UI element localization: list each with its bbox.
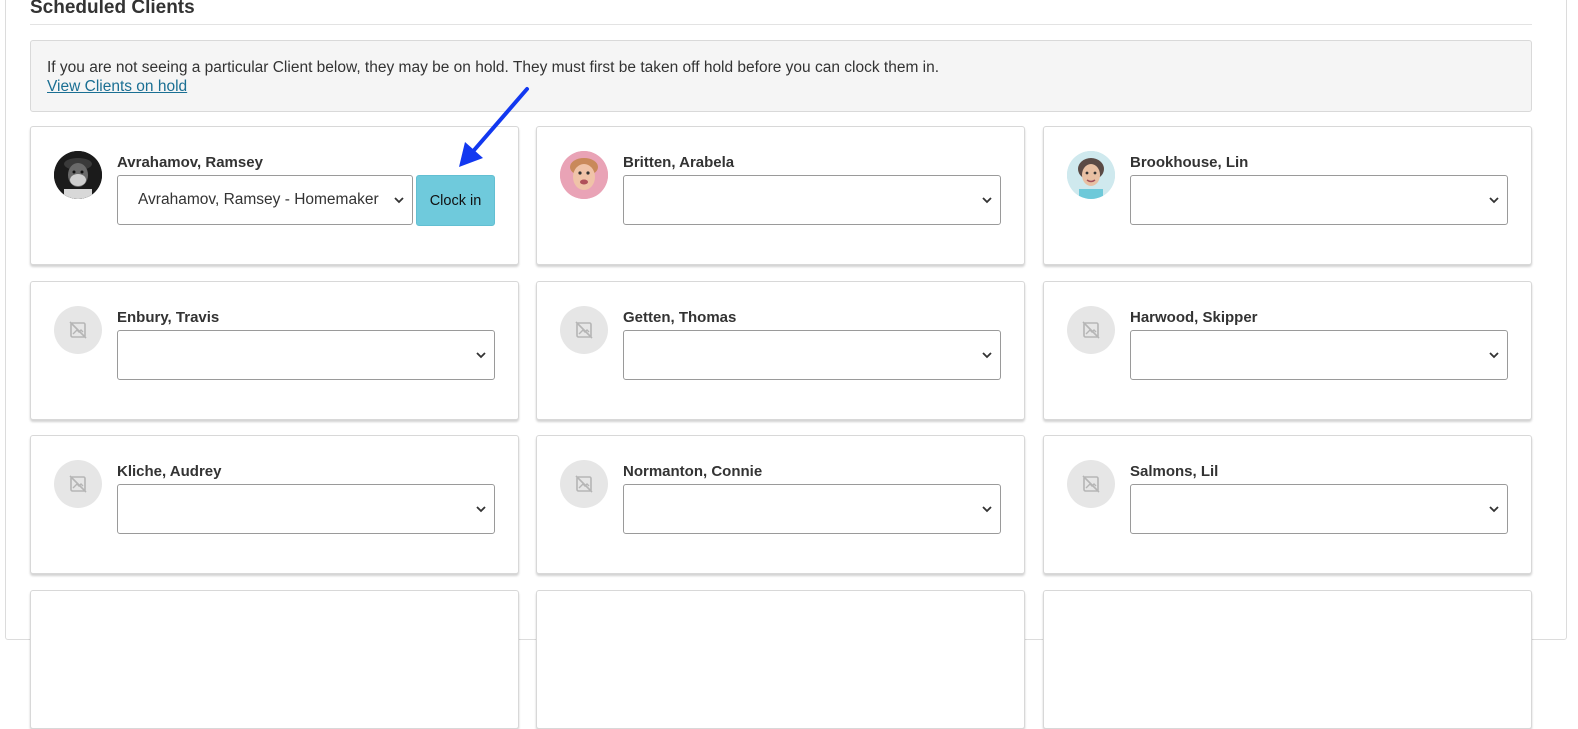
client-avatar [1067,460,1115,508]
client-avatar [560,460,608,508]
service-select[interactable] [117,484,495,534]
chevron-down-icon [476,485,486,533]
chevron-down-icon [982,331,992,379]
no-image-icon [69,321,87,339]
chevron-down-icon [1489,485,1499,533]
client-card: Brookhouse, Lin [1043,126,1532,265]
elderly-woman-photo-icon [560,151,608,199]
no-image-icon [575,321,593,339]
client-avatar [54,460,102,508]
no-image-icon [69,475,87,493]
clock-in-button[interactable]: Clock in [416,175,495,226]
service-select[interactable] [1130,330,1508,380]
no-image-icon [1082,321,1100,339]
client-name: Avrahamov, Ramsey [117,154,263,171]
section-title: Scheduled Clients [30,0,195,18]
client-card: Kliche, Audrey [30,435,519,574]
client-avatar [560,151,608,199]
client-card [536,590,1025,729]
client-card [1043,590,1532,729]
client-card: Enbury, Travis [30,281,519,420]
client-avatar [1067,151,1115,199]
client-name: Normanton, Connie [623,463,763,480]
client-card: Salmons, Lil [1043,435,1532,574]
client-card: Getten, Thomas [536,281,1025,420]
service-select[interactable] [623,484,1001,534]
service-select[interactable]: Avrahamov, Ramsey - Homemaker [117,175,413,225]
client-card: Avrahamov, Ramsey Avrahamov, Ramsey - Ho… [30,126,519,265]
annotation-arrow-icon [459,87,529,167]
chevron-down-icon [982,485,992,533]
client-name: Enbury, Travis [117,309,220,326]
chevron-down-icon [476,331,486,379]
client-avatar [54,306,102,354]
client-avatar [1067,306,1115,354]
service-select[interactable] [1130,175,1508,225]
woman-photo-icon [1067,151,1115,199]
service-select[interactable] [117,330,495,380]
client-name: Britten, Arabela [623,154,735,171]
service-select[interactable] [1130,484,1508,534]
no-image-icon [575,475,593,493]
client-name: Getten, Thomas [623,309,737,326]
client-card [30,590,519,729]
client-card: Britten, Arabela [536,126,1025,265]
chevron-down-icon [1489,176,1499,224]
client-card: Normanton, Connie [536,435,1025,574]
service-select[interactable] [623,175,1001,225]
chevron-down-icon [982,176,992,224]
client-name: Kliche, Audrey [117,463,222,480]
client-card: Harwood, Skipper [1043,281,1532,420]
notice-text: If you are not seeing a particular Clien… [47,59,940,76]
service-select[interactable] [623,330,1001,380]
service-select-value: Avrahamov, Ramsey - Homemaker [138,191,379,208]
elderly-man-photo-icon [54,151,102,199]
client-avatar [560,306,608,354]
client-name: Brookhouse, Lin [1130,154,1249,171]
client-name: Harwood, Skipper [1130,309,1258,326]
no-image-icon [1082,475,1100,493]
chevron-down-icon [1489,331,1499,379]
title-divider [30,24,1532,25]
on-hold-notice: If you are not seeing a particular Clien… [30,40,1532,112]
client-avatar [54,151,102,199]
view-clients-on-hold-link[interactable]: View Clients on hold [47,78,187,95]
client-name: Salmons, Lil [1130,463,1219,480]
chevron-down-icon [394,176,404,224]
